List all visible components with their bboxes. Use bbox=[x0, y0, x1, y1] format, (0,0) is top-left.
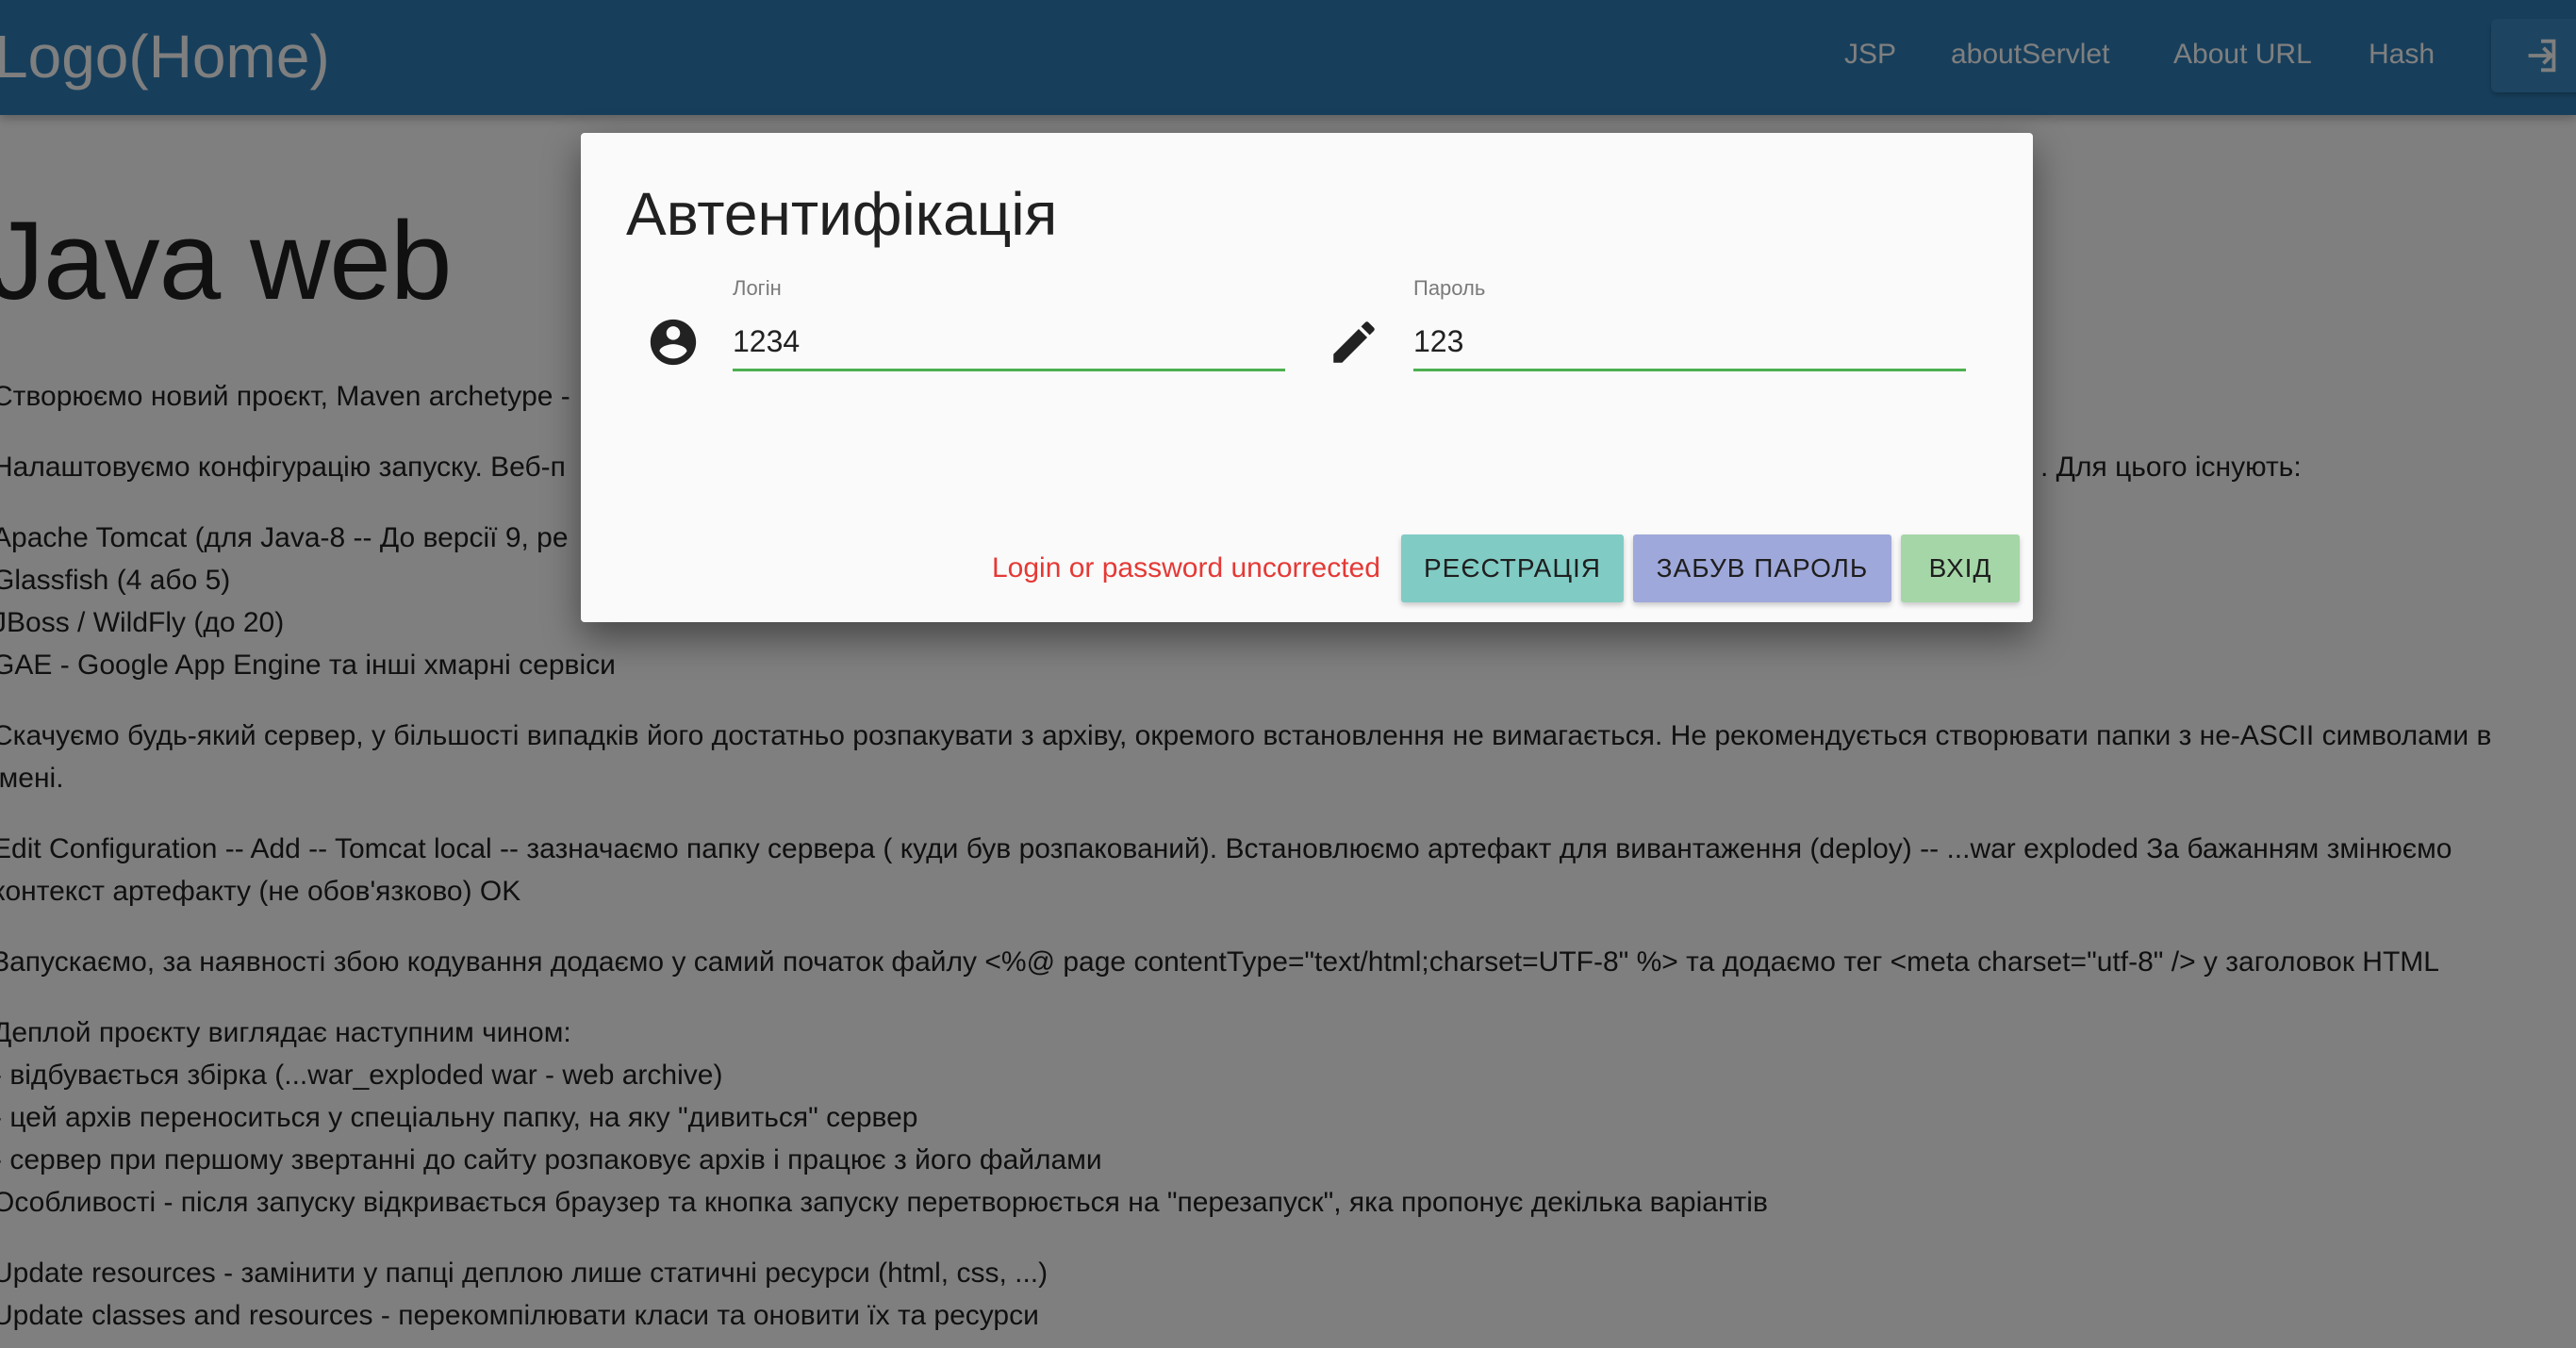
auth-modal: Автентифікація Логін Пароль Login or pas… bbox=[581, 133, 2033, 622]
sign-in-button[interactable]: Вхід bbox=[1901, 534, 2020, 602]
modal-title: Автентифікація bbox=[626, 180, 1058, 248]
password-field: Пароль bbox=[1413, 274, 1968, 393]
forgot-password-button[interactable]: Забув пароль bbox=[1633, 534, 1891, 602]
register-button[interactable]: Реєстрація bbox=[1401, 534, 1624, 602]
page: Logo(Home) JSP aboutServlet About URL Ha… bbox=[0, 0, 2576, 1348]
password-input[interactable] bbox=[1413, 314, 1966, 371]
login-field: Логін bbox=[733, 274, 1287, 393]
password-label: Пароль bbox=[1413, 276, 1486, 300]
account-circle-icon bbox=[650, 319, 697, 366]
login-input[interactable] bbox=[733, 314, 1285, 371]
pencil-icon bbox=[1333, 321, 1375, 363]
error-message: Login or password uncorrected bbox=[992, 552, 1380, 584]
login-label: Логін bbox=[733, 276, 782, 300]
